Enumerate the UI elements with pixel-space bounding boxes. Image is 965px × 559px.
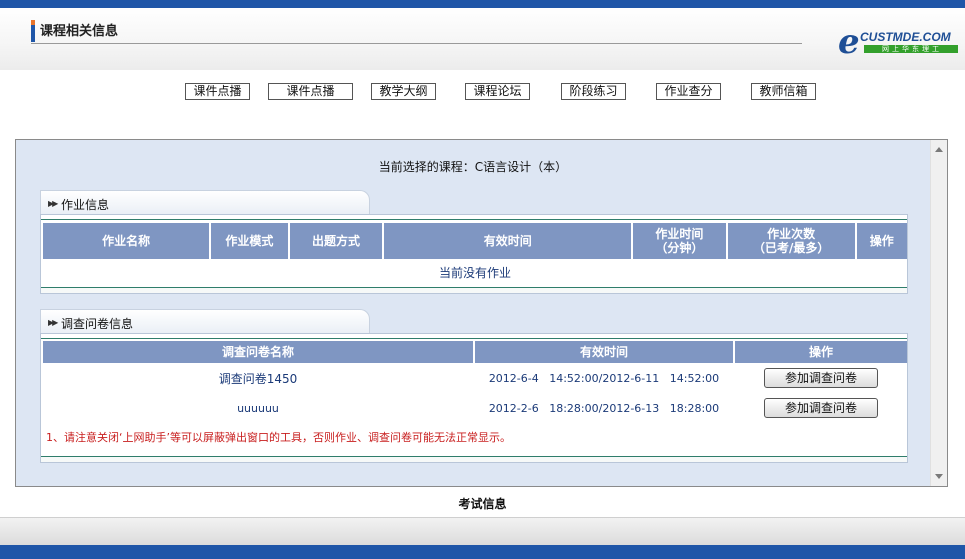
survey-panel: 调查问卷名称 有效时间 操作 调查问卷1450 2012-6-4 14:52:0… <box>40 333 908 463</box>
table-row: uuuuuu 2012-2-6 18:28:00/2012-6-13 18:28… <box>43 393 907 423</box>
survey-table: 调查问卷名称 有效时间 操作 调查问卷1450 2012-6-4 14:52:0… <box>41 341 909 423</box>
nav-courseware-2[interactable]: 课件点播 <box>268 83 353 100</box>
double-arrow-icon: ▶▶ <box>48 318 58 327</box>
col-homework-action: 操作 <box>856 223 907 259</box>
homework-tab-label: 作业信息 <box>61 198 110 212</box>
panel-bottom-rule <box>41 287 907 293</box>
table-row: 调查问卷1450 2012-6-4 14:52:00/2012-6-11 14:… <box>43 363 907 393</box>
panel-bottom-rule <box>41 456 907 462</box>
page-header: 课程相关信息 e CUSTMDE.COM 网上华东理工 <box>0 8 965 70</box>
popup-blocker-notice: 1、请注意关闭‘上网助手’等可以屏蔽弹出窗口的工具，否则作业、调查问卷可能无法正… <box>46 431 511 444</box>
col-homework-attempts: 作业次数 （已考/最多） <box>727 223 855 259</box>
logo-subtitle: 网上华东理工 <box>882 45 942 53</box>
col-valid-time: 有效时间 <box>384 223 632 259</box>
homework-empty-text: 当前没有作业 <box>438 265 511 280</box>
nav-courseware-1[interactable]: 课件点播 <box>185 83 250 100</box>
col-survey-valid-time: 有效时间 <box>475 341 733 363</box>
homework-tab: ▶▶ 作业信息 <box>40 190 370 214</box>
nav-grades[interactable]: 作业查分 <box>656 83 721 100</box>
col-question-method: 出题方式 <box>289 223 383 259</box>
nav-teacher-mailbox[interactable]: 教师信箱 <box>751 83 816 100</box>
join-survey-button[interactable]: 参加调查问卷 <box>764 368 878 388</box>
site-logo: e CUSTMDE.COM 网上华东理工 <box>838 24 960 64</box>
survey-valid-time: 2012-6-4 14:52:00/2012-6-11 14:52:00 <box>488 371 720 385</box>
top-blue-bar <box>0 0 965 8</box>
logo-text: CUSTMDE.COM <box>860 30 951 44</box>
exam-info-heading: 考试信息 <box>458 497 507 511</box>
join-survey-button[interactable]: 参加调查问卷 <box>764 398 878 418</box>
col-homework-mode: 作业模式 <box>211 223 288 259</box>
homework-panel: 作业名称 作业模式 出题方式 有效时间 作业时间 （分钟） 作业次数 （已考/最多）… <box>40 214 908 294</box>
logo-e-icon: e <box>838 22 860 62</box>
col-survey-name: 调查问卷名称 <box>43 341 473 363</box>
scroll-up-icon[interactable] <box>935 147 943 152</box>
panel-top-rule <box>41 334 907 339</box>
current-course: 当前选择的课程：C语言设计（本） <box>378 160 568 174</box>
scroll-down-icon[interactable] <box>935 474 943 479</box>
survey-tab: ▶▶ 调查问卷信息 <box>40 309 370 333</box>
nav-exercises[interactable]: 阶段练习 <box>561 83 626 100</box>
survey-tab-label: 调查问卷信息 <box>61 317 134 331</box>
homework-table: 作业名称 作业模式 出题方式 有效时间 作业时间 （分钟） 作业次数 （已考/最多）… <box>41 223 909 285</box>
survey-valid-time: 2012-2-6 18:28:00/2012-6-13 18:28:00 <box>488 401 720 415</box>
double-arrow-icon: ▶▶ <box>48 199 58 208</box>
col-homework-duration: 作业时间 （分钟） <box>633 223 726 259</box>
page-title: 课程相关信息 <box>40 24 119 39</box>
survey-name: uuuuuu <box>237 401 279 415</box>
title-marker <box>31 20 35 42</box>
col-homework-name: 作业名称 <box>43 223 210 259</box>
bottom-shade <box>0 517 965 545</box>
content-frame: 当前选择的课程：C语言设计（本） ▶▶ 作业信息 作业名称 作业模式 出题方式 … <box>15 139 948 487</box>
panel-top-rule <box>41 215 907 220</box>
survey-name: 调查问卷1450 <box>218 371 298 386</box>
bottom-blue-bar <box>0 545 965 559</box>
vertical-scrollbar[interactable] <box>930 140 947 486</box>
title-divider <box>31 43 802 44</box>
nav-forum[interactable]: 课程论坛 <box>465 83 530 100</box>
survey-action-cell: 参加调查问卷 <box>735 363 907 393</box>
col-survey-action: 操作 <box>735 341 907 363</box>
survey-action-cell: 参加调查问卷 <box>735 393 907 423</box>
nav-syllabus[interactable]: 教学大纲 <box>371 83 436 100</box>
